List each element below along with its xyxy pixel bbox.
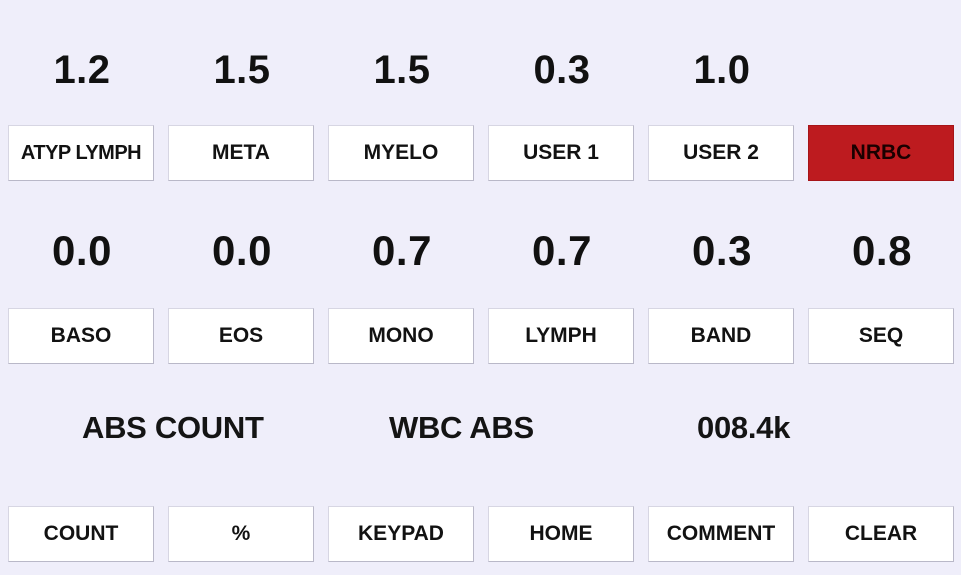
abs-count-label: ABS COUNT (82, 410, 264, 445)
nrbc-button[interactable]: NRBC (808, 125, 954, 181)
count-button[interactable]: COUNT (8, 506, 154, 562)
comment-button[interactable]: COMMENT (648, 506, 794, 562)
percent-button[interactable]: % (168, 506, 314, 562)
clear-button[interactable]: CLEAR (808, 506, 954, 562)
user-1-value: 0.3 (533, 48, 591, 92)
atyp-lymph-button[interactable]: ATYP LYMPH (8, 125, 154, 181)
eos-button[interactable]: EOS (168, 308, 314, 364)
keypad-button[interactable]: KEYPAD (328, 506, 474, 562)
mono-button[interactable]: MONO (328, 308, 474, 364)
meta-value: 1.5 (213, 48, 271, 92)
myelo-button[interactable]: MYELO (328, 125, 474, 181)
meta-button[interactable]: META (168, 125, 314, 181)
eos-value: 0.0 (212, 227, 272, 274)
lymph-button[interactable]: LYMPH (488, 308, 634, 364)
band-button[interactable]: BAND (648, 308, 794, 364)
wbc-abs-value: 008.4k (697, 410, 791, 445)
seq-button[interactable]: SEQ (808, 308, 954, 364)
lymph-value: 0.7 (532, 227, 592, 274)
band-value: 0.3 (692, 227, 752, 274)
user-1-button[interactable]: USER 1 (488, 125, 634, 181)
user-2-button[interactable]: USER 2 (648, 125, 794, 181)
baso-button[interactable]: BASO (8, 308, 154, 364)
mono-value: 0.7 (372, 227, 432, 274)
baso-value: 0.0 (52, 227, 112, 274)
user-2-value: 1.0 (693, 48, 751, 92)
seq-value: 0.8 (852, 227, 912, 274)
atyp-lymph-value: 1.2 (53, 48, 111, 92)
home-button[interactable]: HOME (488, 506, 634, 562)
myelo-value: 1.5 (373, 48, 431, 92)
wbc-abs-label: WBC ABS (389, 410, 534, 445)
